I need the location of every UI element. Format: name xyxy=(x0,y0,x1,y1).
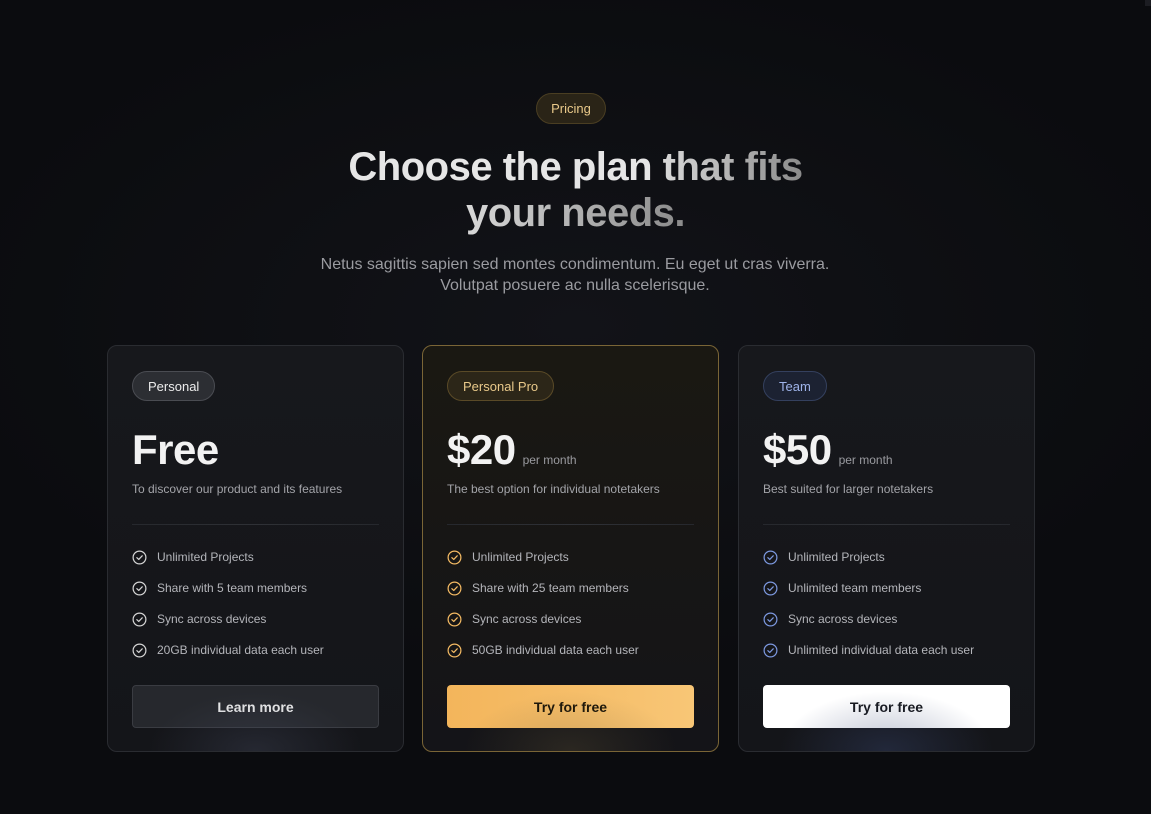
check-circle-icon xyxy=(763,643,778,658)
feature-item: Unlimited Projects xyxy=(447,550,639,581)
plan-description: To discover our product and its features xyxy=(132,482,343,496)
plan-tag: Personal xyxy=(132,371,216,401)
check-circle-icon xyxy=(132,550,147,565)
check-circle-icon xyxy=(132,581,147,596)
check-circle-icon xyxy=(132,612,147,627)
feature-item: Unlimited individual data each user xyxy=(763,643,974,674)
feature-list: Unlimited Projects Share with 25 team me… xyxy=(447,550,639,674)
plan-price: Free xyxy=(132,426,219,473)
plan-card-team: Team $50 per month Best suited for large… xyxy=(738,345,1035,752)
feature-label: Unlimited Projects xyxy=(788,550,885,564)
divider xyxy=(132,524,379,525)
check-circle-icon xyxy=(447,550,462,565)
pricing-badge: Pricing xyxy=(536,93,606,124)
feature-label: Unlimited Projects xyxy=(472,550,569,564)
learn-more-button[interactable]: Learn more xyxy=(132,685,379,728)
check-circle-icon xyxy=(763,550,778,565)
title-line1-fade: that fits xyxy=(662,145,803,189)
try-for-free-button[interactable]: Try for free xyxy=(447,685,694,728)
feature-item: 50GB individual data each user xyxy=(447,643,639,674)
try-for-free-button[interactable]: Try for free xyxy=(763,685,1010,728)
feature-item: Unlimited Projects xyxy=(132,550,324,581)
feature-label: Share with 25 team members xyxy=(472,581,629,595)
check-circle-icon xyxy=(447,581,462,596)
feature-list: Unlimited Projects Share with 5 team mem… xyxy=(132,550,324,674)
feature-item: Sync across devices xyxy=(132,612,324,643)
feature-label: Unlimited team members xyxy=(788,581,922,595)
feature-label: 20GB individual data each user xyxy=(157,643,324,657)
title-line1-plain: Choose the plan xyxy=(348,145,663,189)
feature-label: Sync across devices xyxy=(157,612,267,626)
check-circle-icon xyxy=(763,581,778,596)
price-row: $50 per month xyxy=(763,426,893,474)
check-circle-icon xyxy=(447,643,462,658)
feature-item: Share with 5 team members xyxy=(132,581,324,612)
feature-label: Unlimited Projects xyxy=(157,550,254,564)
plan-price: $20 xyxy=(447,426,516,473)
pricing-page: Pricing Choose the plan that fits your n… xyxy=(0,0,1151,814)
feature-label: 50GB individual data each user xyxy=(472,643,639,657)
plan-tag: Team xyxy=(763,371,827,401)
divider xyxy=(447,524,694,525)
plan-description: The best option for individual notetaker… xyxy=(447,482,660,496)
price-row: Free xyxy=(132,426,226,474)
corner-decoration xyxy=(1145,0,1151,6)
feature-label: Unlimited individual data each user xyxy=(788,643,975,657)
feature-item: Unlimited team members xyxy=(763,581,974,612)
feature-label: Sync across devices xyxy=(472,612,582,626)
plan-price: $50 xyxy=(763,426,832,473)
check-circle-icon xyxy=(763,612,778,627)
feature-item: 20GB individual data each user xyxy=(132,643,324,674)
feature-label: Sync across devices xyxy=(788,612,898,626)
title-line2: your needs. xyxy=(465,191,686,235)
plan-card-personal-pro: Personal Pro $20 per month The best opti… xyxy=(422,345,719,752)
feature-item: Share with 25 team members xyxy=(447,581,639,612)
feature-item: Sync across devices xyxy=(763,612,974,643)
divider xyxy=(763,524,1010,525)
check-circle-icon xyxy=(132,643,147,658)
feature-list: Unlimited Projects Unlimited team member… xyxy=(763,550,974,674)
plan-tag: Personal Pro xyxy=(447,371,555,401)
plan-description: Best suited for larger notetakers xyxy=(763,482,934,496)
check-circle-icon xyxy=(447,612,462,627)
plan-period: per month xyxy=(522,453,577,467)
price-row: $20 per month xyxy=(447,426,577,474)
feature-item: Sync across devices xyxy=(447,612,639,643)
plan-card-personal: Personal Free To discover our product an… xyxy=(107,345,404,752)
page-subtitle: Netus sagittis sapien sed montes condime… xyxy=(320,256,830,294)
feature-item: Unlimited Projects xyxy=(763,550,974,581)
feature-label: Share with 5 team members xyxy=(157,581,308,595)
page-title: Choose the plan that fits your needs. xyxy=(0,144,1151,236)
plan-period: per month xyxy=(838,453,893,467)
